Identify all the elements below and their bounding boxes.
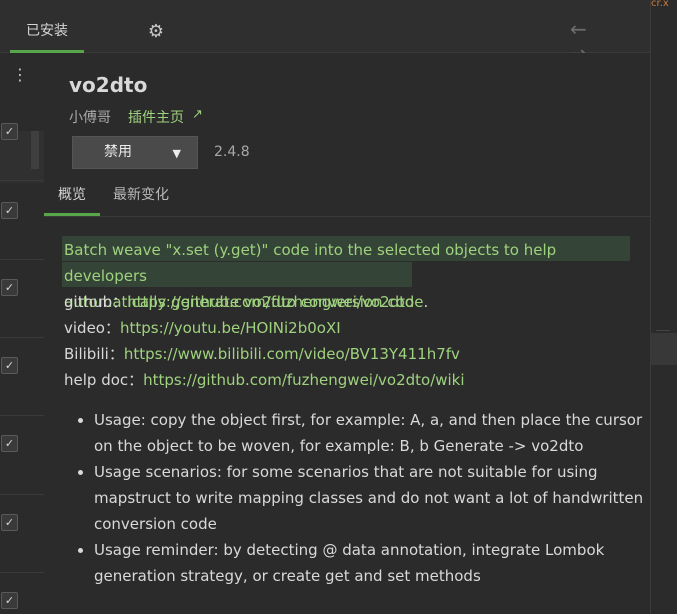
bilibili-label: Bilibili：	[64, 345, 124, 363]
more-vertical-icon[interactable]: ⋮	[12, 65, 28, 84]
bilibili-link[interactable]: https://www.bilibili.com/video/BV13Y411h…	[124, 345, 460, 363]
left-plugin-rail: ⋮ ✓ ✓ ✓ ✓ ✓ ✓ ✓	[0, 53, 44, 614]
plugin-checkbox[interactable]: ✓	[1, 357, 18, 374]
usage-item: Usage: copy the object first, for exampl…	[94, 407, 659, 459]
help-doc-link[interactable]: https://github.com/fuzhengwei/vo2dto/wik…	[143, 371, 464, 389]
gear-icon[interactable]: ⚙	[146, 21, 166, 42]
github-link[interactable]: https://github.com/fuzhengwei/vo2dto	[127, 293, 414, 311]
top-bar: 已安装 ⚙ ← →	[0, 0, 650, 65]
plugin-homepage-link[interactable]: 插件主页	[128, 107, 184, 127]
disable-dropdown-button[interactable]: 禁用 ▼	[72, 136, 198, 169]
github-label: github：	[64, 293, 128, 311]
video-row: video：https://youtu.be/HOINi2b0oXI	[64, 315, 341, 341]
scrollbar-thumb[interactable]	[31, 131, 39, 169]
plugin-checkbox[interactable]: ✓	[1, 279, 18, 296]
rail-divider	[0, 180, 44, 181]
bilibili-row: Bilibili：https://www.bilibili.com/video/…	[64, 341, 460, 367]
video-link[interactable]: https://youtu.be/HOINi2b0oXI	[120, 319, 341, 337]
rail-divider	[0, 415, 44, 416]
plugin-checkbox[interactable]: ✓	[1, 435, 18, 452]
usage-item: Usage reminder: by detecting @ data anno…	[94, 537, 659, 589]
tab-overview[interactable]: 概览	[44, 185, 100, 216]
right-editor-highlight	[651, 333, 677, 365]
plugin-name: vo2dto	[69, 73, 148, 97]
right-editor-text: cr.x	[651, 0, 669, 8]
rail-divider	[0, 572, 44, 573]
tab-latest-changes[interactable]: 最新变化	[113, 185, 169, 205]
video-label: video：	[64, 319, 120, 337]
rail-divider	[0, 259, 44, 260]
help-doc-label: help doc：	[64, 371, 144, 389]
plugin-details-panel: vo2dto 小傅哥 插件主页 ↗ 禁用 ▼ 2.4.8 概览 最新变化 Bat…	[44, 53, 650, 614]
usage-item: Usage scenarios: for some scenarios that…	[94, 459, 659, 537]
plugin-author: 小傅哥	[69, 110, 111, 126]
external-link-icon[interactable]: ↗	[192, 107, 203, 122]
rail-divider	[0, 337, 44, 338]
plugin-checkbox[interactable]: ✓	[1, 514, 18, 531]
chevron-down-icon: ▼	[172, 147, 181, 160]
tabs-divider	[44, 216, 650, 217]
description-period: .	[423, 293, 429, 311]
rail-divider	[0, 494, 44, 495]
plugin-checkbox[interactable]: ✓	[1, 123, 18, 140]
usage-list: Usage: copy the object first, for exampl…	[80, 407, 659, 589]
help-doc-row: help doc：https://github.com/fuzhengwei/v…	[64, 367, 465, 393]
right-editor-mark	[656, 330, 670, 331]
plugin-checkbox[interactable]: ✓	[1, 202, 18, 219]
plugin-checkbox[interactable]: ✓	[1, 592, 18, 609]
description-line-1: Batch weave "x.set (y.get)" code into th…	[64, 241, 557, 285]
github-row: github：https://github.com/fuzhengwei/vo2…	[64, 289, 414, 315]
plugin-version: 2.4.8	[214, 144, 250, 160]
disable-button-label: 禁用	[104, 144, 132, 160]
tab-installed[interactable]: 已安装	[10, 10, 84, 53]
